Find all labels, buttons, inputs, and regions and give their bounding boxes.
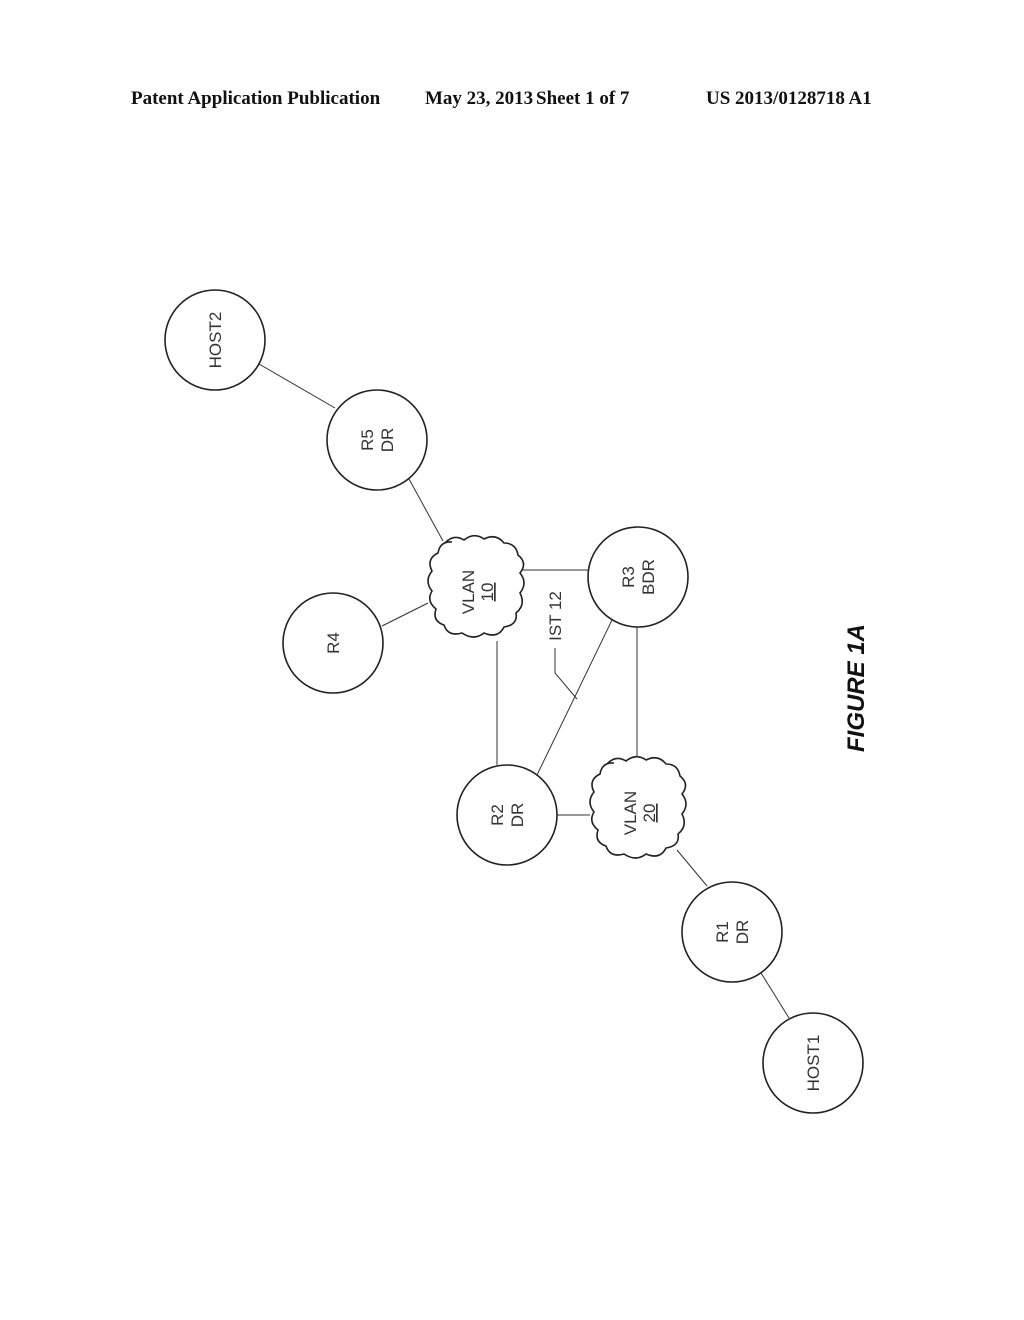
node-label-line2: DR: [508, 803, 527, 828]
node-label-line2: DR: [378, 428, 397, 453]
cloud-number: 20: [640, 804, 659, 823]
node-r4: R4: [282, 592, 384, 694]
node-r2: R2 DR: [456, 764, 558, 866]
node-label: R4: [324, 632, 343, 654]
node-label-line1: R3: [619, 566, 638, 588]
cloud-label: VLAN: [621, 791, 640, 835]
node-r1: R1 DR: [681, 881, 783, 983]
edge-vlan20-r1: [676, 849, 708, 887]
edge-r1-host1: [760, 972, 790, 1019]
cloud-label: VLAN: [459, 570, 478, 614]
node-circle: [456, 764, 558, 866]
node-r5: R5 DR: [326, 389, 428, 491]
cloud-vlan20: VLAN 20: [589, 755, 687, 859]
node-circle: [326, 389, 428, 491]
network-diagram: VLAN 10 VLAN 20 HOST2 R5 DR R4 R3 BDR R2…: [164, 289, 870, 1114]
cloud-vlan10: VLAN 10: [427, 534, 525, 638]
ist12-leader-line: [554, 648, 578, 700]
ist12-label: IST 12: [546, 591, 565, 641]
node-circle: [587, 526, 689, 628]
edge-r4-vlan10: [381, 602, 429, 627]
node-label: HOST2: [206, 312, 225, 369]
node-circle: [681, 881, 783, 983]
cloud-number: 10: [478, 583, 497, 602]
node-label: HOST1: [804, 1035, 823, 1092]
edge-r5-vlan10: [408, 478, 444, 542]
node-label-line2: BDR: [639, 559, 658, 595]
node-label-line1: R2: [488, 804, 507, 826]
edge-host2-r5: [258, 363, 336, 409]
figure-label: FIGURE 1A: [843, 624, 870, 752]
node-host2: HOST2: [164, 289, 266, 391]
node-host1: HOST1: [762, 1012, 864, 1114]
node-label-line1: R5: [358, 429, 377, 451]
edge-r2-r3: [536, 619, 613, 776]
node-label-line1: R1: [713, 921, 732, 943]
node-label-line2: DR: [733, 920, 752, 945]
node-r3: R3 BDR: [587, 526, 689, 628]
